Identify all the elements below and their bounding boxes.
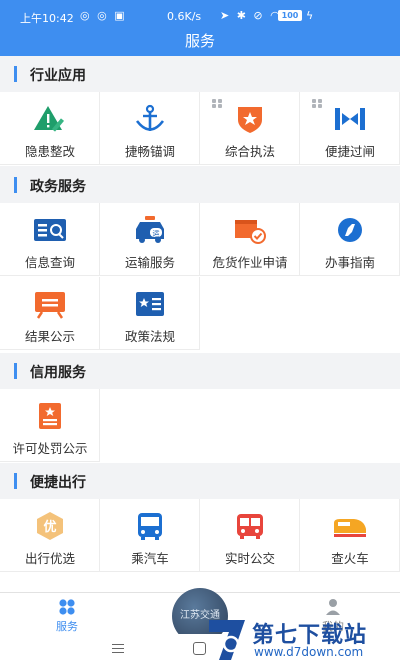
grid-item-label: 便捷过闸 (324, 144, 375, 159)
policy-book-icon (132, 289, 168, 319)
grid-item-law-enforcement[interactable]: 综合执法 (200, 92, 300, 165)
grid-item-permit-penalty[interactable]: 许可处罚公示 (0, 389, 100, 462)
coach-bus-icon (132, 511, 168, 541)
realtime-bus-icon (232, 511, 268, 541)
battery-icon: 100 (278, 10, 302, 21)
watermark-url: www.d7down.com (254, 645, 364, 659)
compass-icon (332, 215, 368, 245)
grid-item-label: 结果公示 (24, 329, 75, 344)
preferred-travel-icon: 优 (32, 511, 68, 541)
travel-grid: 优 出行优选 乘汽车 实时公交 查火车 (0, 499, 400, 592)
grid-item-transport-service[interactable]: 运 运输服务 (100, 203, 200, 276)
enforcement-badge-icon (232, 104, 268, 134)
anchor-icon (132, 104, 168, 134)
grid-item-realtime-bus[interactable]: 实时公交 (200, 499, 300, 572)
grid-item-label: 信息查询 (24, 255, 75, 270)
grid-item-info-query[interactable]: 信息查询 (0, 203, 100, 276)
grid-item-anchor-dispatch[interactable]: 捷畅锚调 (100, 92, 200, 165)
section-header-credit: 信用服务 (0, 353, 400, 389)
section-marker (14, 177, 17, 193)
grid-item-label: 出行优选 (24, 551, 75, 566)
section-header-government: 政务服务 (0, 167, 400, 203)
train-icon (332, 511, 368, 541)
grid-item-service-guide[interactable]: 办事指南 (300, 203, 400, 276)
signal-icons: ➤ ✱ ⊘ ◠ (220, 9, 282, 22)
section-marker (14, 473, 17, 489)
permit-document-icon (32, 401, 68, 431)
grid-item-convenient-lock[interactable]: 便捷过闸 (300, 92, 400, 165)
grid-item-label: 隐患整改 (24, 144, 75, 159)
grid-item-label: 运输服务 (124, 255, 175, 270)
grid-dots-icon (212, 99, 223, 109)
tab-label: 服务 (56, 620, 78, 633)
section-header-industry: 行业应用 (0, 56, 400, 92)
tab-service[interactable]: 服务 (17, 593, 117, 635)
preferred-glyph: 优 (43, 519, 56, 535)
grid-item-dangerous-goods[interactable]: 危货作业申请 (200, 203, 300, 276)
grid-item-hazard-rectification[interactable]: 隐患整改 (0, 92, 100, 165)
section-title: 信用服务 (30, 365, 86, 381)
section-marker (14, 66, 17, 82)
grid-dots-icon (312, 99, 323, 109)
info-query-icon (32, 215, 68, 245)
dangerous-goods-icon (232, 215, 268, 245)
svg-text:运: 运 (153, 230, 160, 238)
network-speed: 0.6K/s (167, 10, 202, 23)
grid-item-label: 综合执法 (224, 144, 275, 159)
lock-gate-icon (332, 104, 368, 134)
grid-item-coach-bus[interactable]: 乘汽车 (100, 499, 200, 572)
section-title: 便捷出行 (30, 475, 86, 491)
government-grid: 信息查询 运 运输服务 危货作业申请 办事指南 结果公示 政策法规 (0, 203, 400, 353)
status-bar: 上午10:42 ◎ ◎ ▣ 0.6K/s ➤ ✱ ⊘ ◠ 100 ϟ (0, 0, 400, 30)
hazard-warning-icon (32, 104, 68, 134)
grid-item-label: 危货作业申请 (212, 255, 288, 270)
section-header-travel: 便捷出行 (0, 463, 400, 499)
grid-item-label: 实时公交 (224, 551, 275, 566)
grid-item-label: 查火车 (331, 551, 369, 566)
section-title: 政务服务 (30, 179, 86, 195)
grid-item-label: 许可处罚公示 (12, 441, 88, 456)
service-grid-icon (57, 598, 77, 616)
grid-item-preferred-travel[interactable]: 优 出行优选 (0, 499, 100, 572)
grid-item-policy-regulations[interactable]: 政策法规 (100, 277, 200, 350)
menu-icon[interactable] (112, 644, 124, 653)
section-title: 行业应用 (30, 68, 86, 84)
grid-item-label: 乘汽车 (131, 551, 169, 566)
grid-item-label: 办事指南 (324, 255, 375, 270)
watermark: 第七下载站 www.d7down.com (205, 614, 395, 664)
charging-icon: ϟ (306, 9, 314, 22)
status-time: 上午10:42 (20, 12, 74, 25)
result-board-icon (32, 289, 68, 319)
grid-item-label: 政策法规 (124, 329, 175, 344)
notification-icons: ◎ ◎ ▣ (80, 9, 127, 22)
transport-car-icon: 运 (132, 215, 168, 245)
grid-item-train[interactable]: 查火车 (300, 499, 400, 572)
section-marker (14, 363, 17, 379)
watermark-logo-icon (205, 614, 249, 664)
page-title: 服务 (0, 30, 400, 56)
grid-item-result-publicity[interactable]: 结果公示 (0, 277, 100, 350)
industry-grid: 隐患整改 捷畅锚调 综合执法 便捷过闸 (0, 92, 400, 166)
credit-grid: 许可处罚公示 (0, 389, 400, 463)
grid-item-label: 捷畅锚调 (124, 144, 175, 159)
